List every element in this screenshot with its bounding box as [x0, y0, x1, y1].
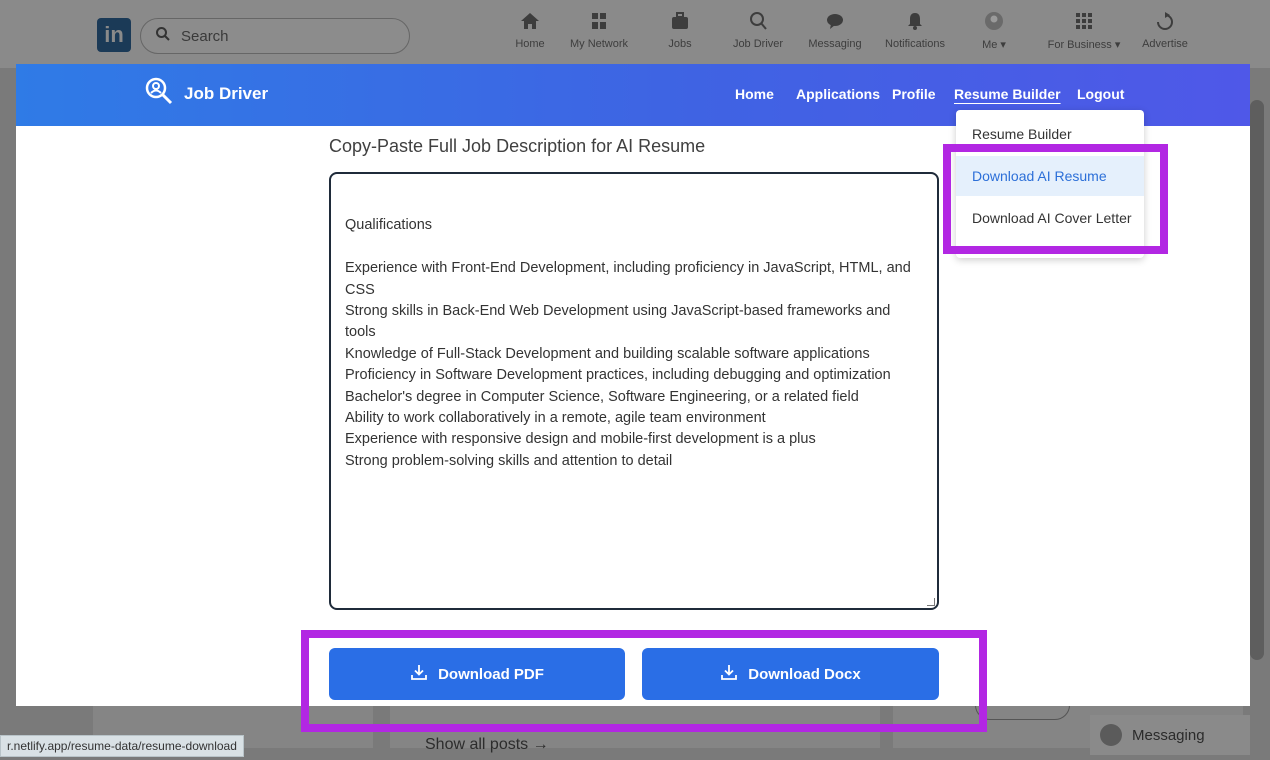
messaging-icon [824, 10, 846, 32]
nav-advertise[interactable]: Advertise [1140, 6, 1190, 62]
linkedin-logo[interactable]: in [97, 18, 131, 52]
nav-label: Advertise [1142, 38, 1188, 50]
nav-messaging[interactable]: Messaging [802, 6, 868, 62]
nav-label: Messaging [808, 38, 862, 50]
nav-my-network[interactable]: My Network [566, 6, 632, 62]
nav-label: Notifications [885, 38, 945, 50]
menu-logout[interactable]: Logout [1077, 86, 1124, 102]
job-driver-brand[interactable]: Job Driver [144, 76, 268, 111]
menu-home[interactable]: Home [735, 86, 774, 102]
menu-profile[interactable]: Profile [892, 86, 936, 102]
nav-label: Job Driver [732, 38, 784, 50]
menu-applications[interactable]: Applications [796, 86, 880, 102]
messaging-dock[interactable]: Messaging [1090, 715, 1250, 755]
job-driver-logo-icon [144, 76, 174, 111]
nav-me[interactable]: Me ▾ [972, 6, 1016, 62]
network-icon [588, 10, 610, 32]
nav-jobs[interactable]: Jobs [662, 6, 698, 62]
linkedin-search-input[interactable]: Search [140, 18, 410, 54]
nav-job-driver[interactable]: Job Driver [726, 6, 790, 62]
avatar-icon [983, 10, 1005, 32]
nav-label: Me ▾ [982, 39, 1006, 51]
search-icon [155, 26, 171, 46]
search-placeholder: Search [181, 27, 229, 45]
bell-icon [904, 10, 926, 32]
nav-label: Jobs [668, 38, 692, 50]
grid-icon [1073, 10, 1095, 32]
show-all-posts-link[interactable]: Show all posts → [425, 736, 549, 754]
nav-label: For Business ▾ [1047, 39, 1121, 51]
resize-handle[interactable] [927, 598, 935, 606]
brand-name: Job Driver [184, 83, 269, 103]
job-description-label: Copy-Paste Full Job Description for AI R… [329, 136, 706, 156]
nav-label: My Network [569, 38, 629, 50]
advertise-icon [1154, 10, 1176, 32]
messaging-label: Messaging [1132, 726, 1205, 744]
nav-home[interactable]: Home [506, 6, 554, 62]
highlight-box-download-buttons [301, 630, 987, 732]
nav-for-business[interactable]: For Business ▾ [1042, 6, 1126, 62]
briefcase-icon [669, 10, 691, 32]
job-description-textarea[interactable]: Qualifications Experience with Front-End… [329, 172, 939, 610]
highlight-box-dropdown [943, 144, 1168, 254]
status-url: r.netlify.app/resume-data/resume-downloa… [0, 735, 244, 757]
scrollbar[interactable] [1250, 100, 1264, 660]
job-description-text: Qualifications Experience with Front-End… [345, 217, 911, 469]
nav-notifications[interactable]: Notifications [880, 6, 950, 62]
menu-resume-builder[interactable]: Resume Builder [954, 86, 1061, 102]
nav-label: Home [515, 38, 545, 50]
job-driver-icon [747, 10, 769, 32]
linkedin-top-bar: in Search Home My Network Jobs Job Drive… [0, 0, 1270, 68]
avatar [1100, 724, 1122, 746]
home-icon [519, 10, 541, 32]
